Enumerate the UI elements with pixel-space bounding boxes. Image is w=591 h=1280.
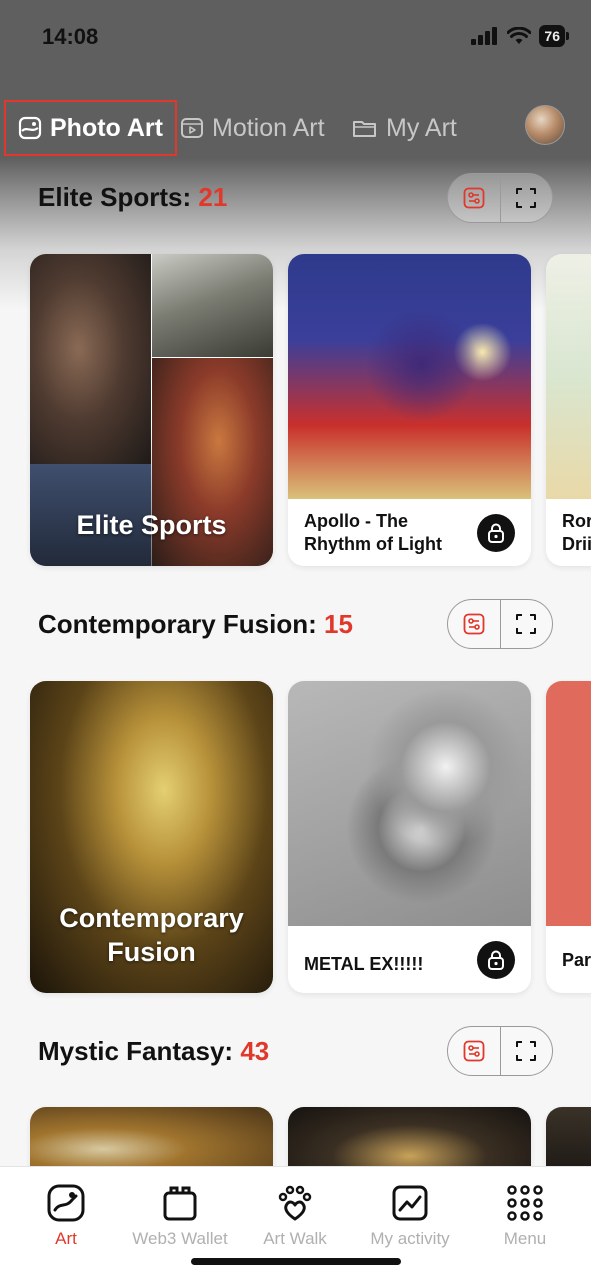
expand-button[interactable] (499, 1027, 553, 1075)
tab-motion-art-label: Motion Art (212, 113, 325, 142)
tab-photo-art-label: Photo Art (50, 113, 163, 142)
category-card-contemporary-fusion[interactable]: Contemporary Fusion (30, 681, 273, 993)
view-toggle (447, 1026, 553, 1076)
status-icons: 76 (471, 25, 569, 47)
art-thumbnail (546, 681, 591, 926)
nav-art-walk[interactable]: Art Walk (236, 1167, 354, 1257)
top-tabs: Photo Art Motion Art My Art (0, 100, 591, 158)
nav-art-label: Art (55, 1229, 77, 1248)
tab-my-art-label: My Art (386, 113, 457, 142)
nav-my-activity-label: My activity (370, 1229, 450, 1248)
art-card[interactable]: METAL EX!!!!! (288, 681, 531, 993)
paw-icon (278, 1185, 312, 1221)
nav-art[interactable]: Art (7, 1167, 125, 1257)
nav-art-walk-label: Art Walk (263, 1229, 327, 1248)
category-label: Contemporary Fusion (59, 903, 244, 967)
nav-my-activity[interactable]: My activity (351, 1167, 469, 1257)
section-count: 21 (198, 182, 228, 212)
art-title-peek: Par (562, 950, 591, 970)
art-thumbnail (546, 254, 591, 499)
battery-indicator: 76 (539, 25, 569, 47)
nav-web3-wallet-label: Web3 Wallet (132, 1229, 228, 1248)
collage-boxer (30, 254, 151, 464)
expand-icon (516, 188, 537, 208)
view-toggle (447, 599, 553, 649)
category-card-elite-sports[interactable]: Elite Sports (30, 254, 273, 566)
lock-icon (488, 950, 504, 970)
art-title: METAL EX!!!!! (304, 954, 424, 974)
play-icon (181, 118, 203, 138)
filter-button[interactable] (448, 1027, 500, 1075)
section-count: 43 (240, 1036, 270, 1066)
filter-icon (463, 613, 485, 635)
category-label: Elite Sports (76, 510, 227, 540)
section-title-contemporary-fusion: Contemporary Fusion: 15 (38, 609, 353, 640)
art-title-peek: Ror Drii (562, 511, 591, 554)
art-card-peek[interactable]: Par (546, 681, 591, 993)
tab-my-art[interactable]: My Art (352, 100, 457, 156)
section-title-mystic-fantasy: Mystic Fantasy: 43 (38, 1036, 269, 1067)
wifi-icon (507, 27, 532, 44)
status-time: 14:08 (42, 24, 99, 49)
expand-button[interactable] (499, 600, 553, 648)
nav-menu[interactable]: Menu (466, 1167, 584, 1257)
filter-button[interactable] (448, 174, 500, 222)
art-thumbnail (288, 681, 531, 926)
filter-icon (463, 187, 485, 209)
lock-icon (488, 523, 504, 543)
section-name: Mystic Fantasy: (38, 1036, 234, 1066)
view-toggle (447, 173, 553, 223)
lock-button[interactable] (477, 941, 515, 979)
expand-button[interactable] (499, 174, 553, 222)
status-bar: 14:08 76 (0, 0, 591, 70)
section-title-elite-sports: Elite Sports: 21 (38, 182, 227, 213)
nav-web3-wallet[interactable]: Web3 Wallet (121, 1167, 239, 1257)
expand-icon (516, 1041, 537, 1061)
art-title: Apollo - The Rhythm of Light (304, 511, 442, 554)
filter-icon (463, 1040, 485, 1062)
filter-button[interactable] (448, 600, 500, 648)
avatar[interactable] (525, 105, 565, 145)
art-palette-icon (47, 1184, 85, 1222)
art-card[interactable]: Apollo - The Rhythm of Light (288, 254, 531, 566)
folder-icon (353, 121, 376, 137)
lock-button[interactable] (477, 514, 515, 552)
collage-cyclists (152, 254, 273, 357)
wallet-icon (163, 1186, 197, 1221)
chart-icon (392, 1185, 428, 1221)
art-thumbnail (288, 254, 531, 499)
home-indicator (191, 1258, 401, 1265)
art-card-peek[interactable]: Ror Drii (546, 254, 591, 566)
expand-icon (516, 614, 537, 634)
signal-icon (471, 27, 498, 45)
tab-photo-art[interactable]: Photo Art (4, 100, 177, 156)
photo-icon (18, 116, 42, 140)
tab-motion-art[interactable]: Motion Art (180, 100, 325, 156)
nav-menu-label: Menu (503, 1229, 547, 1248)
section-count: 15 (324, 609, 353, 639)
section-name: Contemporary Fusion: (38, 609, 317, 639)
section-name: Elite Sports: (38, 182, 192, 212)
grid-icon (507, 1185, 543, 1221)
